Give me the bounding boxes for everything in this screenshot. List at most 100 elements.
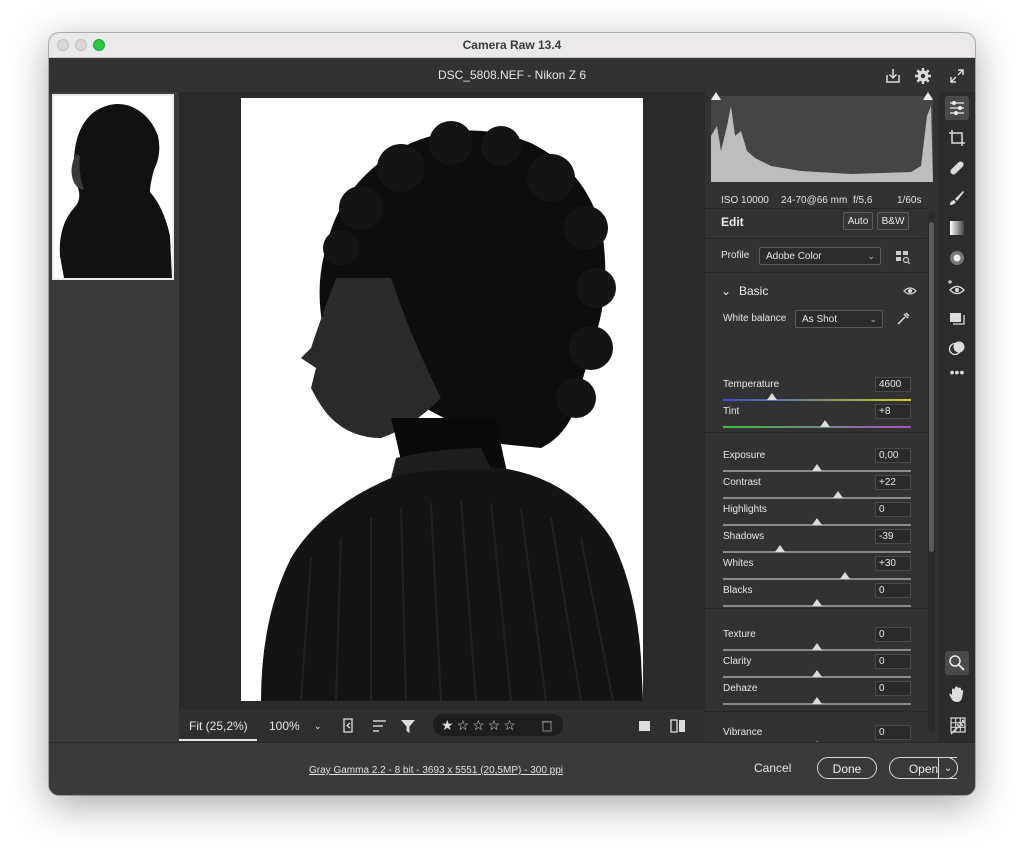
- filmstrip-thumbnail[interactable]: [52, 94, 174, 280]
- tool-rail: •••: [939, 92, 975, 742]
- edit-icon[interactable]: [945, 96, 969, 120]
- slider-label: Dehaze: [723, 683, 758, 694]
- title-bar: Camera Raw 13.4: [49, 33, 975, 58]
- filmstrip: [49, 92, 179, 742]
- window-title: Camera Raw 13.4: [462, 38, 562, 52]
- histogram-graph: [711, 106, 933, 182]
- snapshots-icon[interactable]: [947, 308, 967, 328]
- grid-icon[interactable]: [949, 716, 967, 734]
- edit-panel: ISO 10000 24-70@66 mm f/5,6 1/60s Edit A…: [705, 92, 939, 776]
- divider: [705, 711, 927, 712]
- white-balance-dropdown[interactable]: As Shot ⌄: [795, 310, 883, 328]
- basic-collapse-chevron-icon[interactable]: ⌄: [721, 284, 731, 298]
- hand-icon[interactable]: [947, 684, 967, 704]
- slider-track[interactable]: [723, 399, 911, 401]
- zoom-icon[interactable]: [945, 651, 969, 675]
- slider-handle[interactable]: [775, 545, 786, 552]
- slider-value-field[interactable]: +30: [875, 556, 911, 571]
- slider-label: Exposure: [723, 450, 766, 461]
- divider: [705, 608, 927, 609]
- radial-gradient-icon[interactable]: [947, 248, 967, 268]
- fit-zoom-button[interactable]: Fit (25,2%): [189, 719, 248, 733]
- save-icon[interactable]: [883, 66, 903, 86]
- star-rating[interactable]: ★☆☆☆☆: [441, 717, 519, 734]
- slider-value-field[interactable]: 0: [875, 681, 911, 696]
- slider-value-field[interactable]: -39: [875, 529, 911, 544]
- sort-icon[interactable]: [371, 717, 389, 735]
- slider-value-field[interactable]: 0: [875, 583, 911, 598]
- brush-icon[interactable]: [947, 188, 967, 208]
- zoom-dropdown-chevron-icon[interactable]: ⌄: [314, 721, 322, 732]
- rating-star[interactable]: ★: [441, 717, 457, 733]
- shadow-clipping-indicator[interactable]: [711, 92, 721, 100]
- eyedropper-icon[interactable]: [895, 311, 911, 327]
- panel-scrollbar-thumb[interactable]: [929, 222, 934, 552]
- done-button[interactable]: Done: [817, 757, 877, 779]
- slider-value-field[interactable]: 0: [875, 725, 911, 740]
- slider-handle[interactable]: [766, 393, 777, 400]
- heal-icon[interactable]: [947, 158, 967, 178]
- more-icon[interactable]: •••: [947, 364, 967, 384]
- redeye-icon[interactable]: [947, 278, 967, 298]
- slider-label: Temperature: [723, 379, 780, 390]
- crop-icon[interactable]: [947, 128, 967, 148]
- divider: [705, 432, 927, 433]
- rating-star[interactable]: ☆: [457, 717, 473, 733]
- gear-icon[interactable]: [913, 66, 933, 86]
- linear-gradient-icon[interactable]: [947, 218, 967, 238]
- rating-star[interactable]: ☆: [488, 717, 504, 733]
- rating-star[interactable]: ☆: [472, 717, 488, 733]
- cancel-button[interactable]: Cancel: [754, 761, 791, 775]
- workflow-options-link[interactable]: Gray Gamma 2.2 - 8 bit - 3693 x 5551 (20…: [309, 765, 563, 776]
- trash-icon[interactable]: [541, 719, 553, 732]
- slider-value-field[interactable]: +22: [875, 475, 911, 490]
- slider-label: Tint: [723, 406, 740, 417]
- filmstrip-toggle-icon[interactable]: [341, 717, 359, 735]
- bw-button[interactable]: B&W: [877, 212, 909, 230]
- slider-handle[interactable]: [840, 572, 851, 579]
- zoom-100-button[interactable]: 100%: [269, 719, 300, 733]
- slider-handle[interactable]: [812, 599, 822, 606]
- filter-icon[interactable]: [399, 717, 417, 735]
- slider-handle[interactable]: [812, 670, 822, 677]
- edit-title: Edit: [721, 215, 744, 229]
- slider-track[interactable]: [723, 551, 911, 553]
- slider-label: Contrast: [723, 477, 761, 488]
- before-after-toggle-icon[interactable]: [637, 718, 653, 734]
- slider-handle[interactable]: [832, 491, 843, 498]
- slider-handle[interactable]: [812, 518, 822, 525]
- slider-value-field[interactable]: 0: [875, 654, 911, 669]
- divider: [705, 272, 927, 273]
- meta-iso: ISO 10000: [721, 195, 769, 206]
- rating-star[interactable]: ☆: [503, 717, 519, 733]
- slider-track[interactable]: [723, 578, 911, 580]
- profile-label: Profile: [721, 250, 750, 261]
- slider-handle[interactable]: [812, 697, 822, 704]
- image-canvas[interactable]: [179, 92, 705, 709]
- slider-handle[interactable]: [812, 464, 822, 471]
- highlight-clipping-indicator[interactable]: [923, 92, 933, 100]
- slider-value-field[interactable]: +8: [875, 404, 911, 419]
- profile-dropdown[interactable]: Adobe Color ⌄: [759, 247, 881, 265]
- slider-track[interactable]: [723, 497, 911, 499]
- slider-value-field[interactable]: 0: [875, 502, 911, 517]
- auto-button[interactable]: Auto: [843, 212, 873, 230]
- slider-value-field[interactable]: 0,00: [875, 448, 911, 463]
- slider-track[interactable]: [723, 426, 911, 428]
- meta-lens: 24-70@66 mm: [781, 195, 848, 206]
- profile-browser-icon[interactable]: [895, 249, 911, 265]
- document-bar: DSC_5808.NEF - Nikon Z 6: [49, 58, 975, 92]
- slider-handle[interactable]: [812, 643, 822, 650]
- basic-section-title[interactable]: Basic: [739, 284, 768, 298]
- presets-icon[interactable]: [947, 338, 967, 358]
- slider-label: Highlights: [723, 504, 767, 515]
- fullscreen-icon[interactable]: [947, 66, 967, 86]
- meta-shutter: 1/60s: [897, 195, 922, 206]
- slider-value-field[interactable]: 4600: [875, 377, 911, 392]
- fit-active-indicator: [179, 739, 257, 741]
- slider-handle[interactable]: [819, 420, 830, 427]
- compare-view-icon[interactable]: [669, 718, 687, 734]
- visibility-eye-icon[interactable]: [903, 286, 917, 296]
- slider-label: Texture: [723, 629, 756, 640]
- slider-value-field[interactable]: 0: [875, 627, 911, 642]
